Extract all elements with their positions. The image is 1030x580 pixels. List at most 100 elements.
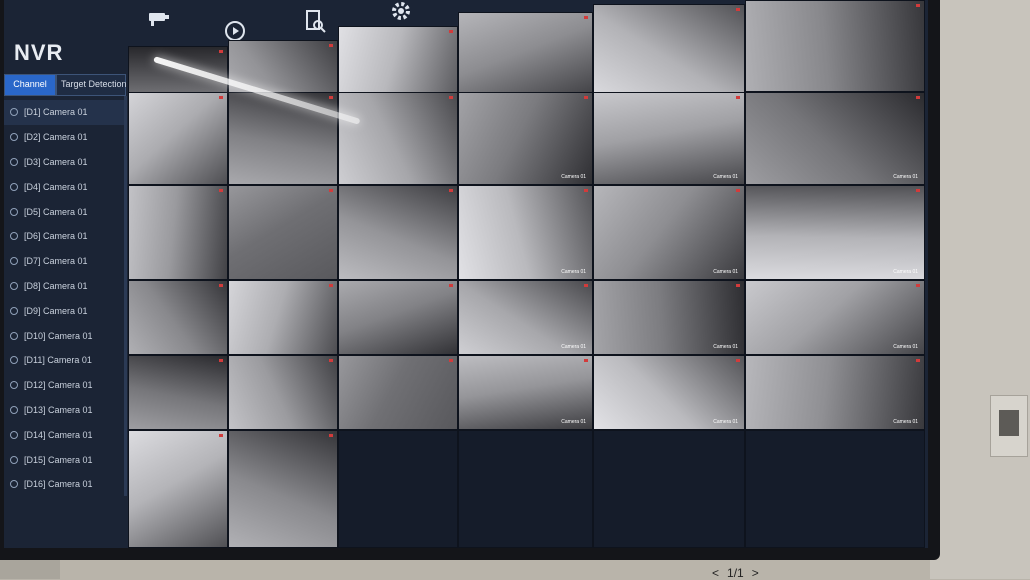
- camera-tile[interactable]: [128, 280, 228, 355]
- recording-indicator: [329, 44, 333, 47]
- camera-tile[interactable]: [745, 430, 925, 548]
- channel-item[interactable]: [D13] Camera 01: [4, 398, 126, 423]
- channel-label: [D16] Camera 01: [24, 479, 93, 490]
- channel-item[interactable]: [D3] Camera 01: [4, 150, 126, 175]
- camera-tile[interactable]: [338, 92, 458, 185]
- channel-item[interactable]: [D5] Camera 01: [4, 199, 126, 224]
- camera-tile[interactable]: Camera 01: [745, 280, 925, 355]
- camera-tile[interactable]: [128, 92, 228, 185]
- camera-tile[interactable]: Camera 01: [593, 355, 745, 430]
- channel-item[interactable]: [D10] Camera 01: [4, 323, 126, 348]
- recording-indicator: [219, 359, 223, 362]
- camera-tile[interactable]: [128, 430, 228, 548]
- channel-item[interactable]: [D16] Camera 01: [4, 472, 126, 497]
- app-logo: NVR: [14, 40, 64, 65]
- camera-tile[interactable]: [228, 430, 338, 548]
- camera-tile[interactable]: [228, 185, 338, 280]
- camera-tile-label: Camera 01: [561, 174, 586, 180]
- recording-indicator: [916, 359, 920, 362]
- channel-item[interactable]: [D1] Camera 01: [4, 100, 126, 125]
- camera-tile-label: Camera 01: [561, 419, 586, 425]
- recording-indicator: [736, 189, 740, 192]
- camera-status-icon: [10, 232, 18, 241]
- tab-target-detection[interactable]: Target Detection: [56, 74, 127, 96]
- channel-item[interactable]: [D11] Camera 01: [4, 348, 126, 373]
- camera-tile-label: Camera 01: [713, 174, 738, 180]
- camera-tile[interactable]: Camera 01: [745, 92, 925, 185]
- camera-tile-label: Camera 01: [561, 269, 586, 275]
- outlet-slot: [999, 410, 1019, 436]
- camera-tile[interactable]: [338, 355, 458, 430]
- channel-label: [D1] Camera 01: [24, 107, 88, 118]
- channel-item[interactable]: [D9] Camera 01: [4, 298, 126, 323]
- camera-tile[interactable]: Camera 01: [458, 185, 593, 280]
- recording-indicator: [584, 96, 588, 99]
- channel-label: [D10] Camera 01: [24, 330, 93, 341]
- recording-indicator: [449, 189, 453, 192]
- camera-tile-label: Camera 01: [893, 344, 918, 350]
- channel-label: [D7] Camera 01: [24, 256, 88, 267]
- recording-indicator: [219, 434, 223, 437]
- channel-label: [D11] Camera 01: [24, 355, 92, 366]
- channel-label: [D2] Camera 01: [24, 132, 88, 143]
- camera-tile[interactable]: [458, 12, 593, 102]
- channel-label: [D9] Camera 01: [24, 305, 88, 316]
- camera-tile[interactable]: [593, 430, 745, 548]
- camera-tile[interactable]: [745, 0, 925, 92]
- recording-indicator: [329, 189, 333, 192]
- channel-label: [D15] Camera 01: [24, 454, 93, 465]
- recording-indicator: [449, 96, 453, 99]
- camera-tile-label: Camera 01: [713, 419, 738, 425]
- camera-tile[interactable]: [338, 430, 458, 548]
- wall-outlet: [990, 395, 1028, 457]
- recording-indicator: [584, 359, 588, 362]
- channel-item[interactable]: [D6] Camera 01: [4, 224, 126, 249]
- camera-tile[interactable]: [458, 430, 593, 548]
- channel-item[interactable]: [D2] Camera 01: [4, 125, 126, 150]
- channel-item[interactable]: [D15] Camera 01: [4, 447, 126, 472]
- pager-prev-button[interactable]: <: [712, 566, 719, 580]
- channel-label: [D4] Camera 01: [24, 181, 88, 192]
- camera-tile[interactable]: [593, 4, 745, 96]
- recording-indicator: [584, 284, 588, 287]
- camera-tile[interactable]: Camera 01: [593, 185, 745, 280]
- pager: < 1/1 >: [712, 566, 759, 580]
- camera-status-icon: [10, 381, 18, 390]
- camera-tile[interactable]: Camera 01: [745, 355, 925, 430]
- camera-tile[interactable]: [128, 185, 228, 280]
- channel-list: [D1] Camera 01 [D2] Camera 01 [D3] Camer…: [4, 100, 126, 500]
- camera-tile[interactable]: Camera 01: [593, 92, 745, 185]
- camera-tile[interactable]: Camera 01: [458, 280, 593, 355]
- channel-item[interactable]: [D14] Camera 01: [4, 422, 126, 447]
- recording-indicator: [449, 30, 453, 33]
- camera-tile[interactable]: Camera 01: [593, 280, 745, 355]
- camera-status-icon: [10, 207, 18, 216]
- camera-tile[interactable]: Camera 01: [458, 355, 593, 430]
- recording-indicator: [916, 284, 920, 287]
- camera-tile[interactable]: [338, 185, 458, 280]
- pager-next-button[interactable]: >: [752, 566, 759, 580]
- camera-tile-label: Camera 01: [893, 419, 918, 425]
- recording-indicator: [219, 189, 223, 192]
- camera-status-icon: [10, 257, 18, 266]
- channel-list-scrollbar[interactable]: [124, 96, 127, 496]
- camera-status-icon: [10, 331, 18, 340]
- channel-label: [D8] Camera 01: [24, 280, 88, 291]
- camera-tile-label: Camera 01: [893, 174, 918, 180]
- channel-item[interactable]: [D4] Camera 01: [4, 174, 126, 199]
- camera-status-icon: [10, 480, 18, 489]
- recording-indicator: [736, 284, 740, 287]
- camera-tile[interactable]: [228, 355, 338, 430]
- channel-item[interactable]: [D8] Camera 01: [4, 274, 126, 299]
- channel-item[interactable]: [D12] Camera 01: [4, 373, 126, 398]
- camera-tile[interactable]: [128, 355, 228, 430]
- tab-channel[interactable]: Channel: [4, 74, 56, 96]
- channel-label: [D5] Camera 01: [24, 206, 88, 217]
- camera-tile[interactable]: [228, 92, 338, 185]
- camera-tile[interactable]: Camera 01: [745, 185, 925, 280]
- camera-status-icon: [10, 182, 18, 191]
- channel-item[interactable]: [D7] Camera 01: [4, 249, 126, 274]
- camera-tile[interactable]: Camera 01: [458, 92, 593, 185]
- camera-tile[interactable]: [228, 280, 338, 355]
- camera-tile[interactable]: [338, 280, 458, 355]
